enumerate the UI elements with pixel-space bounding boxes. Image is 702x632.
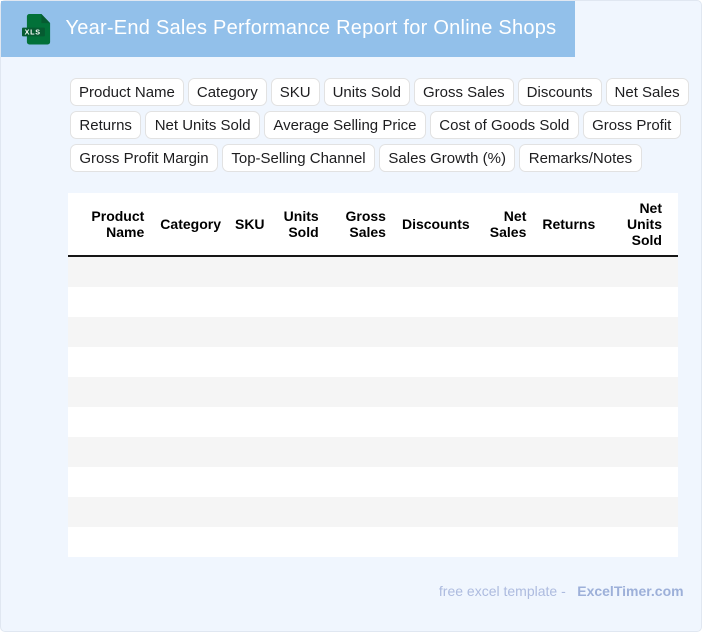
svg-text:XLS: XLS (25, 27, 41, 36)
